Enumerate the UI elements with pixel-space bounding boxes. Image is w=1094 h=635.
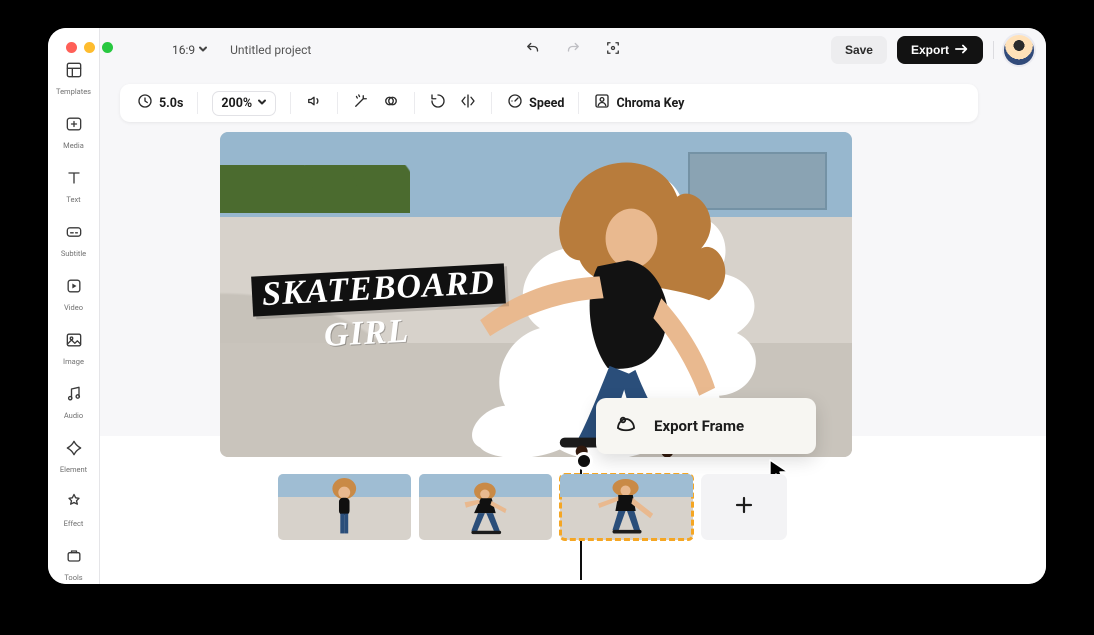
aspect-ratio-selector[interactable]: 16:9	[172, 43, 208, 57]
text-icon	[64, 168, 84, 192]
sidebar-item-label: Audio	[64, 411, 83, 420]
color-filter-button[interactable]	[376, 84, 406, 122]
duration-button[interactable]: 5.0s	[130, 84, 189, 122]
magic-wand-icon	[352, 92, 370, 114]
enhance-button[interactable]	[346, 84, 376, 122]
media-icon	[64, 114, 84, 138]
close-window-dot[interactable]	[66, 42, 77, 53]
window-controls	[66, 42, 113, 53]
export-frame-icon	[614, 412, 638, 440]
speed-button[interactable]: Speed	[500, 84, 570, 122]
timeline-clip[interactable]	[278, 474, 411, 540]
divider	[993, 41, 994, 59]
divider	[491, 92, 492, 114]
rotate-button[interactable]	[423, 84, 453, 122]
undo-button[interactable]	[523, 40, 543, 60]
sidebar-item-media[interactable]: Media	[48, 108, 99, 156]
divider	[290, 92, 291, 114]
sidebar-item-label: Image	[63, 357, 84, 366]
redo-icon	[564, 39, 582, 61]
sidebar-item-label: Media	[63, 141, 84, 150]
focus-button[interactable]	[603, 40, 623, 60]
sidebar-item-label: Tools	[64, 573, 82, 582]
chevron-down-icon	[198, 43, 208, 57]
volume-icon	[305, 92, 323, 114]
canvas-title-overlay[interactable]: SKATEBOARD GIRL	[252, 270, 512, 352]
sidebar-item-element[interactable]: Element	[48, 432, 99, 480]
context-menu-export-frame[interactable]: Export Frame	[596, 398, 816, 454]
gauge-icon	[506, 92, 524, 114]
zoom-value: 200%	[221, 96, 252, 111]
sidebar-item-label: Element	[60, 465, 87, 474]
speed-label: Speed	[529, 96, 564, 111]
timeline-clip[interactable]	[560, 474, 693, 540]
mirror-icon	[459, 92, 477, 114]
sidebar-item-label: Templates	[56, 87, 91, 96]
divider	[578, 92, 579, 114]
sidebar-item-effect[interactable]: Effect	[48, 486, 99, 534]
venn-icon	[382, 92, 400, 114]
sidebar-item-text[interactable]: Text	[48, 162, 99, 210]
tools-icon	[64, 546, 84, 570]
chevron-down-icon	[257, 96, 267, 110]
sidebar-item-image[interactable]: Image	[48, 324, 99, 372]
sidebar-item-label: Effect	[64, 519, 84, 528]
sidebar-item-tools[interactable]: Tools	[48, 540, 99, 584]
top-header: 16:9 Untitled project Save Exp	[100, 28, 1046, 72]
sidebar-item-label: Subtitle	[61, 249, 86, 258]
divider	[414, 92, 415, 114]
export-button-label: Export	[911, 43, 949, 57]
zoom-selector[interactable]: 200%	[206, 84, 282, 122]
app-window: Templates Media Text Subtitle	[48, 28, 1046, 584]
clip-toolbar: 5.0s 200%	[120, 84, 978, 122]
sidebar-item-audio[interactable]: Audio	[48, 378, 99, 426]
divider	[197, 92, 198, 114]
divider	[337, 92, 338, 114]
project-title[interactable]: Untitled project	[230, 43, 311, 57]
duration-value: 5.0s	[159, 96, 183, 111]
focus-icon	[604, 39, 622, 61]
templates-icon	[64, 60, 84, 84]
redo-button[interactable]	[563, 40, 583, 60]
person-frame-icon	[593, 92, 611, 114]
chroma-key-label: Chroma Key	[616, 96, 684, 111]
video-icon	[64, 276, 84, 300]
maximize-window-dot[interactable]	[102, 42, 113, 53]
save-button[interactable]: Save	[831, 36, 887, 64]
rotate-ccw-icon	[429, 92, 447, 114]
user-avatar[interactable]	[1004, 35, 1034, 65]
sidebar-item-subtitle[interactable]: Subtitle	[48, 216, 99, 264]
export-button[interactable]: Export	[897, 36, 983, 64]
sidebar-item-video[interactable]: Video	[48, 270, 99, 318]
image-icon	[64, 330, 84, 354]
volume-button[interactable]	[299, 84, 329, 122]
left-sidebar: Templates Media Text Subtitle	[48, 28, 100, 584]
minimize-window-dot[interactable]	[84, 42, 95, 53]
canvas-title-line2: GIRL	[251, 307, 513, 359]
undo-icon	[524, 39, 542, 61]
element-icon	[64, 438, 84, 462]
sidebar-item-label: Text	[66, 195, 80, 204]
chroma-key-button[interactable]: Chroma Key	[587, 84, 690, 122]
aspect-ratio-value: 16:9	[172, 43, 195, 57]
arrow-right-icon	[955, 43, 969, 57]
effect-icon	[64, 492, 84, 516]
flip-button[interactable]	[453, 84, 483, 122]
sidebar-item-label: Video	[64, 303, 83, 312]
sidebar-item-templates[interactable]: Templates	[48, 54, 99, 102]
add-clip-button[interactable]	[701, 474, 787, 540]
audio-icon	[64, 384, 84, 408]
context-menu-label: Export Frame	[654, 417, 744, 435]
plus-icon	[735, 496, 753, 518]
subtitle-icon	[64, 222, 84, 246]
timeline-clip[interactable]	[419, 474, 552, 540]
timeline	[278, 474, 787, 540]
clock-icon	[136, 92, 154, 114]
